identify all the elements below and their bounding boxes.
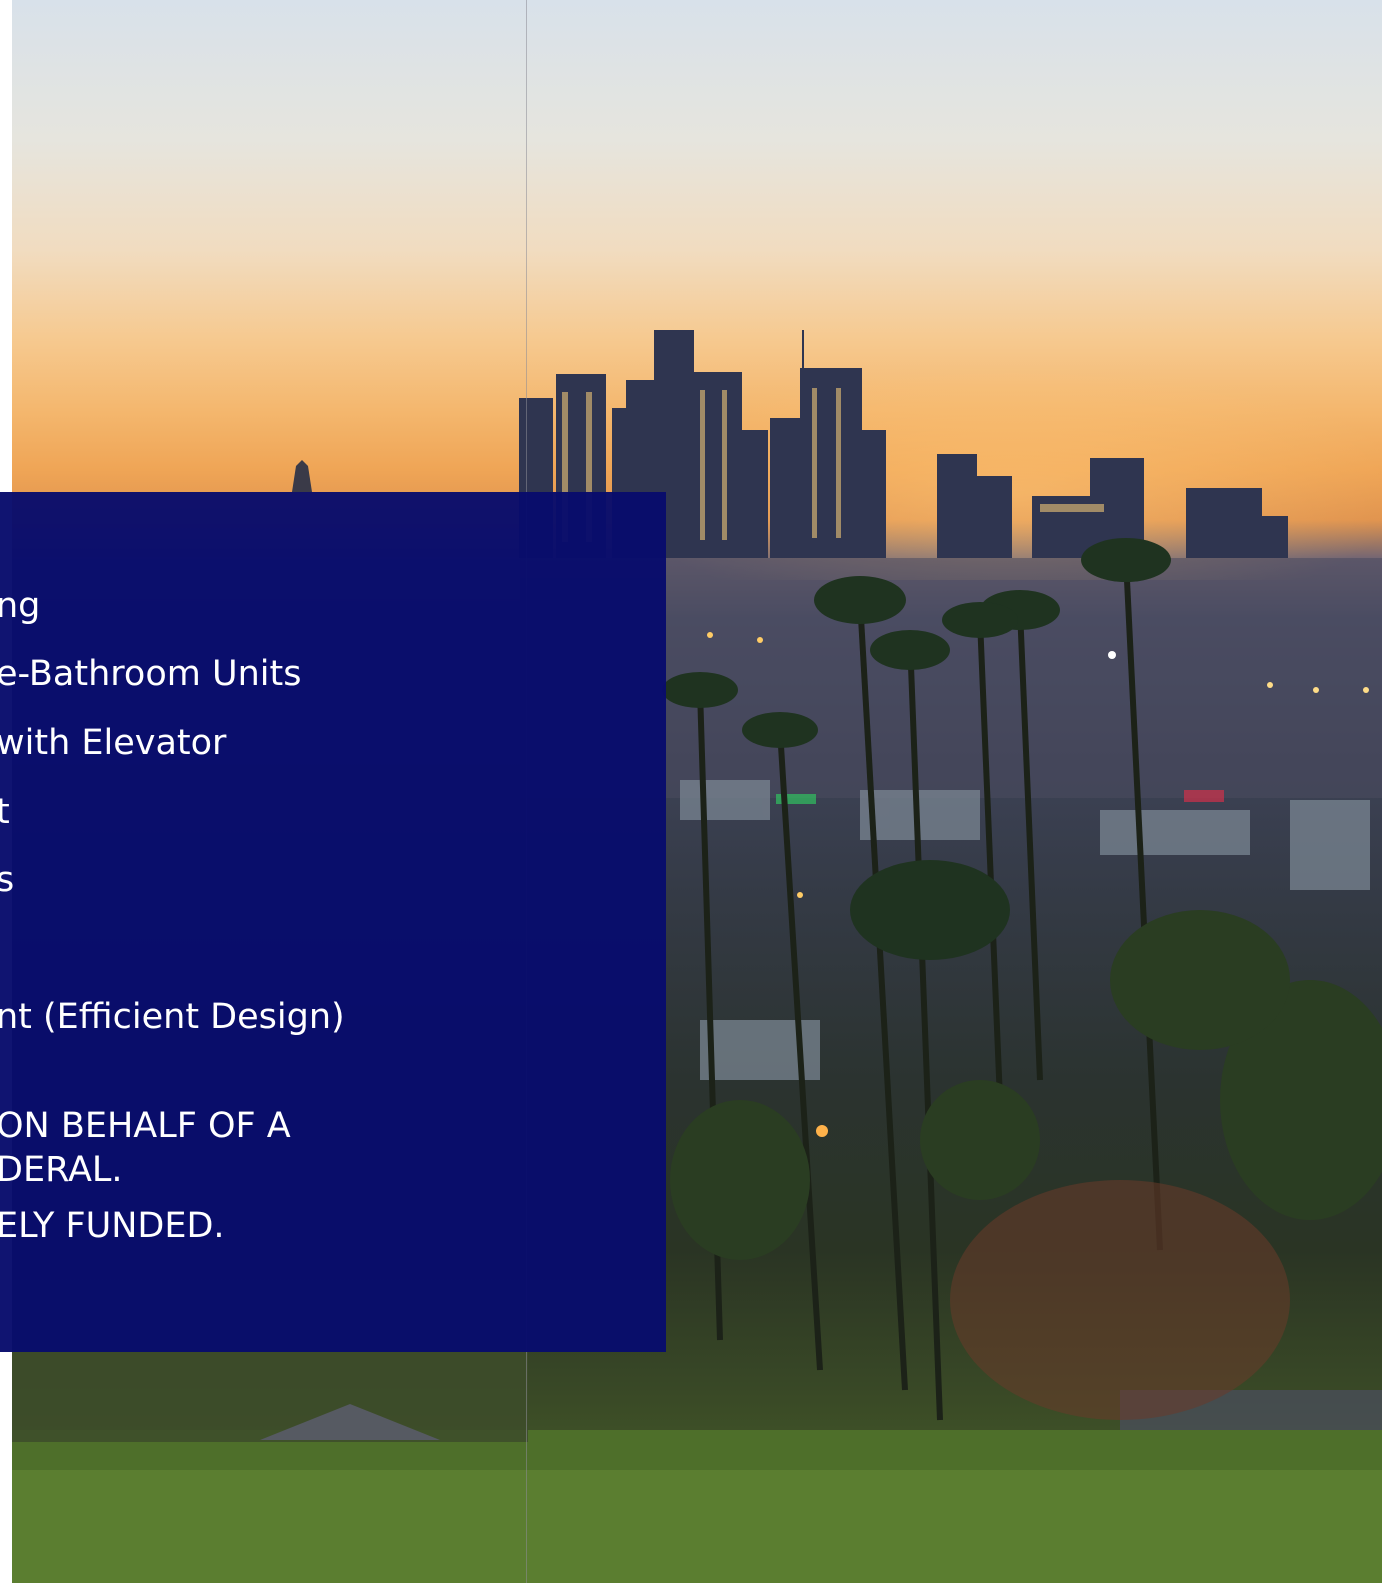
tower-icon xyxy=(292,460,312,492)
disclaimer-line: ELY FUNDED. xyxy=(0,1206,225,1246)
list-item: s xyxy=(0,860,15,900)
list-item: e-Bathroom Units xyxy=(0,654,302,694)
disclaimer-line: ON BEHALF OF A xyxy=(0,1106,291,1146)
bare-tree-icon xyxy=(950,1180,1290,1420)
list-item: ng xyxy=(0,586,41,626)
list-item: t xyxy=(0,792,10,832)
right-margin xyxy=(1382,0,1394,1583)
feature-list-panel: ng e-Bathroom Units with Elevator t s nt… xyxy=(0,492,666,1352)
list-item: nt (Efficient Design) xyxy=(0,997,345,1037)
list-item: with Elevator xyxy=(0,723,227,763)
feature-list: ng e-Bathroom Units with Elevator t s nt… xyxy=(0,492,666,1352)
disclaimer-line: DERAL. xyxy=(0,1150,123,1190)
